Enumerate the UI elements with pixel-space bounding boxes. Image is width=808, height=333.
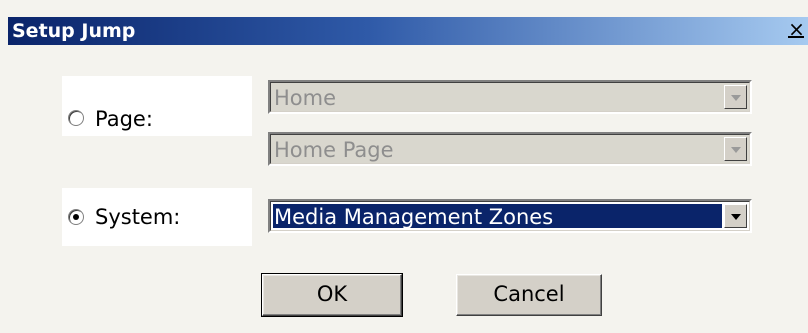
window-title: Setup Jump xyxy=(12,20,136,42)
system-combo-value: Media Management Zones xyxy=(274,205,554,229)
page-combo-dropdown-button[interactable] xyxy=(724,85,747,109)
page-combo-value: Home xyxy=(274,86,337,110)
system-label[interactable]: System: xyxy=(95,205,180,229)
chevron-down-icon xyxy=(731,147,741,153)
setup-jump-dialog: Setup Jump × Page: Home Home Page System… xyxy=(0,0,808,333)
ok-button[interactable]: OK xyxy=(261,273,403,317)
system-radio[interactable] xyxy=(68,209,84,225)
close-icon[interactable]: × xyxy=(785,17,808,41)
system-combo[interactable]: Media Management Zones xyxy=(268,199,752,233)
chevron-down-icon xyxy=(731,214,741,220)
page-combo[interactable]: Home xyxy=(268,80,752,114)
page-label[interactable]: Page: xyxy=(95,107,153,131)
subpage-combo[interactable]: Home Page xyxy=(268,132,752,166)
subpage-combo-dropdown-button[interactable] xyxy=(724,137,747,161)
title-bar: Setup Jump xyxy=(8,17,808,45)
chevron-down-icon xyxy=(731,95,741,101)
subpage-combo-value: Home Page xyxy=(274,138,394,162)
page-option-panel xyxy=(62,76,252,136)
cancel-button[interactable]: Cancel xyxy=(456,274,602,316)
page-radio[interactable] xyxy=(68,110,84,126)
system-combo-dropdown-button[interactable] xyxy=(724,204,747,228)
